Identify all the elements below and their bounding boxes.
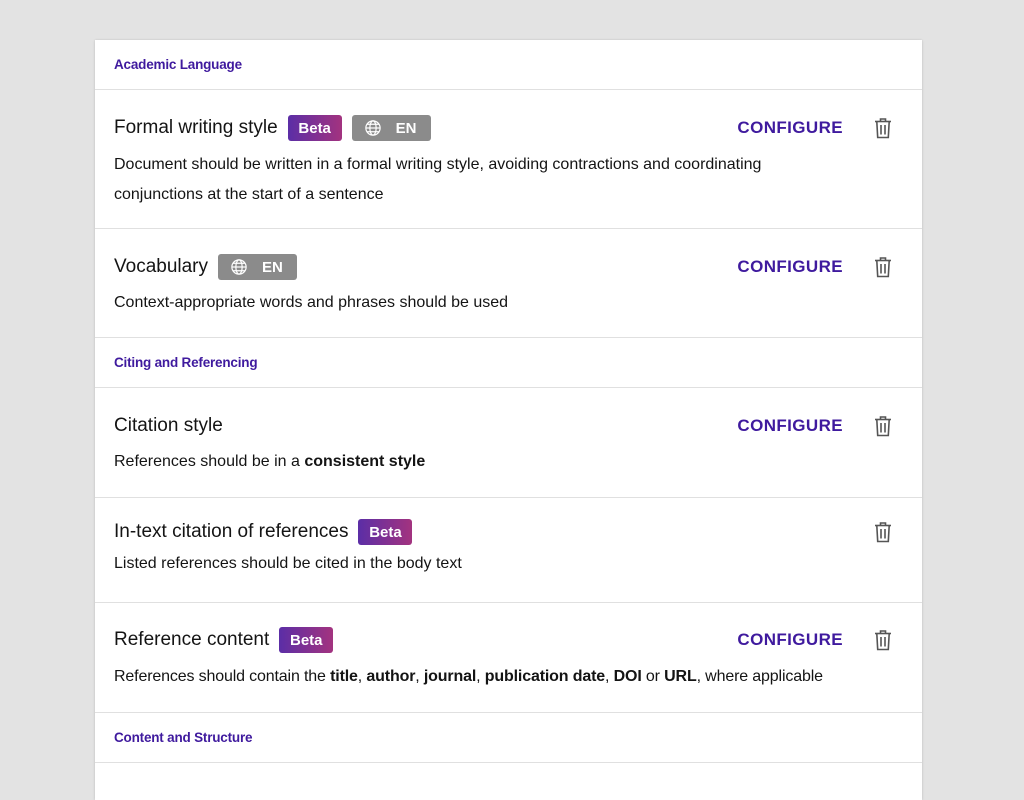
- section-header-content-and-structure: Content and Structure: [95, 713, 922, 763]
- rule-title: Vocabulary: [114, 256, 209, 277]
- configure-button[interactable]: CONFIGURE: [737, 630, 843, 650]
- rule-header: Vocabulary EN CONFIGURE: [114, 254, 903, 280]
- rule-title: In-text citation of references: [114, 521, 349, 542]
- configure-button[interactable]: CONFIGURE: [737, 416, 843, 436]
- section-title: Academic Language: [114, 57, 242, 72]
- beta-badge: Beta: [358, 519, 413, 545]
- trash-icon[interactable]: [874, 415, 892, 437]
- description-emphasis: DOI: [613, 668, 642, 685]
- section-header-citing-and-referencing: Citing and Referencing: [95, 338, 922, 388]
- description-emphasis: consistent style: [304, 453, 426, 470]
- section-header-academic-language: Academic Language: [95, 40, 922, 90]
- description-text: References should be in a: [114, 453, 305, 470]
- rule-description: References should contain the title, aut…: [114, 662, 903, 692]
- rule-header: Formal writing style Beta EN CONFIGURE: [114, 115, 903, 141]
- rule-reference-content: Reference content Beta CONFIGURE Referen…: [95, 603, 922, 713]
- trash-icon[interactable]: [874, 521, 892, 543]
- trash-icon[interactable]: [874, 117, 892, 139]
- description-emphasis: title: [330, 668, 358, 685]
- rule-header: Reference content Beta CONFIGURE: [114, 627, 903, 653]
- trash-icon[interactable]: [874, 629, 892, 651]
- description-text: ,: [476, 668, 485, 685]
- description-text: ,: [605, 668, 614, 685]
- description-text: or: [641, 668, 665, 685]
- description-emphasis: URL: [664, 668, 697, 685]
- rule-title: Formal writing style: [114, 117, 278, 138]
- rule-citation-style: Citation style CONFIGURE References shou…: [95, 388, 922, 498]
- section-title: Citing and Referencing: [114, 355, 258, 370]
- rule-description: Listed references should be cited in the…: [114, 555, 462, 572]
- rule-header: Citation style CONFIGURE: [114, 413, 903, 439]
- section-title: Content and Structure: [114, 730, 253, 745]
- configure-button[interactable]: CONFIGURE: [737, 257, 843, 277]
- description-emphasis: journal: [423, 668, 477, 685]
- language-badge: EN: [218, 254, 298, 280]
- description-emphasis: publication date: [484, 668, 606, 685]
- rule-in-text-citation: In-text citation of references Beta List…: [95, 498, 922, 603]
- rule-description: References should be in a consistent sty…: [114, 447, 903, 477]
- rule-description: Context-appropriate words and phrases sh…: [114, 294, 509, 311]
- rule-description: Document should be written in a formal w…: [114, 156, 762, 203]
- rule-header: In-text citation of references Beta: [114, 519, 903, 545]
- configure-button[interactable]: CONFIGURE: [737, 118, 843, 138]
- beta-badge: Beta: [287, 115, 342, 141]
- rule-title: Reference content: [114, 629, 270, 650]
- rules-panel: Academic Language Formal writing style B…: [95, 40, 922, 800]
- description-text: , where applicable: [696, 668, 823, 685]
- description-emphasis: author: [366, 668, 416, 685]
- language-badge: EN: [351, 115, 431, 141]
- language-code: EN: [262, 258, 283, 276]
- description-text: References should contain the: [114, 668, 331, 685]
- globe-icon: [364, 120, 381, 136]
- beta-badge: Beta: [279, 627, 334, 653]
- trash-icon[interactable]: [874, 256, 892, 278]
- language-code: EN: [395, 119, 417, 137]
- rule-vocabulary: Vocabulary EN CONFIGURE Context-appropri…: [95, 229, 922, 338]
- globe-icon: [231, 259, 247, 275]
- description-text: ,: [415, 668, 424, 685]
- rule-title: Citation style: [114, 415, 223, 436]
- rule-formal-writing-style: Formal writing style Beta EN CONFIGURE D…: [95, 90, 922, 229]
